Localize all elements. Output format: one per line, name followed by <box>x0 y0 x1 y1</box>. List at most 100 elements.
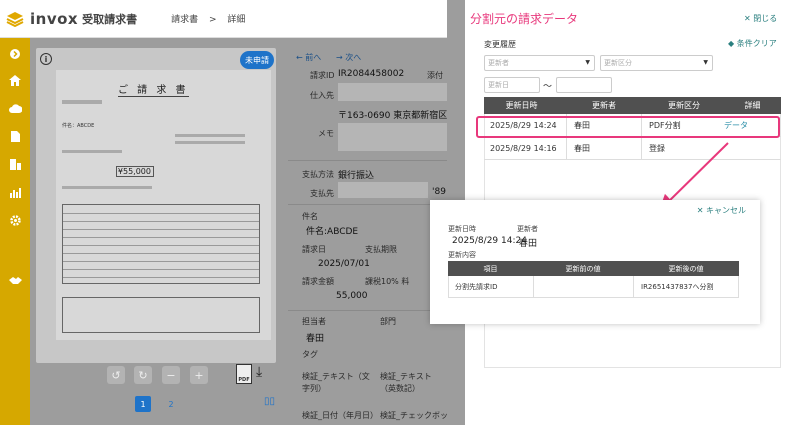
info-icon[interactable]: i <box>40 53 52 65</box>
breadcrumb-detail: 詳細 <box>227 15 246 25</box>
rotate-right-icon[interactable]: ↻ <box>134 366 152 384</box>
column-header-updater: 更新者 <box>592 101 616 110</box>
zoom-out-icon[interactable]: − <box>162 366 180 384</box>
popup-datetime-label: 更新日時 <box>448 225 476 233</box>
table-header: 更新日時 更新者 更新区分 詳細 <box>484 97 781 114</box>
date-from-input[interactable]: 更新日 <box>484 77 540 93</box>
blurred-text <box>175 134 245 137</box>
table-rule <box>63 269 259 270</box>
date-from-placeholder: 更新日 <box>488 81 509 89</box>
zoom-in-icon[interactable]: + <box>190 366 208 384</box>
logo-text: invox <box>30 9 79 28</box>
gear-icon[interactable] <box>0 210 30 230</box>
custom-field-1-label: 検証_テキスト（文字列） <box>302 372 370 393</box>
invoice-id-value: IR2084458002 <box>338 69 405 79</box>
split-view-icon[interactable]: ▯▯ <box>264 396 275 407</box>
building-icon[interactable] <box>0 154 30 174</box>
address-value: 〒163-0690 東京都新宿区西 <box>338 111 457 121</box>
invoice-image-table <box>62 204 260 284</box>
popup-datetime-value: 2025/8/29 14:24 <box>452 236 527 246</box>
row-category: 登録 <box>649 143 665 153</box>
page-1-button[interactable]: 1 <box>135 396 151 412</box>
chevron-down-icon: ▼ <box>703 59 708 66</box>
pdf-icon[interactable]: PDF <box>236 364 252 384</box>
collapse-arrow-icon[interactable] <box>0 44 30 64</box>
tag-label: タグ <box>302 350 318 359</box>
breadcrumb: 請求書 > 詳細 <box>171 12 253 25</box>
divider <box>288 310 447 311</box>
close-button[interactable]: ✕ 閉じる <box>744 13 777 24</box>
table-row[interactable]: 2025/8/29 14:16 春田 登録 <box>484 137 781 160</box>
table-rule <box>63 261 259 262</box>
cell-divider <box>633 276 634 297</box>
divider <box>288 160 447 161</box>
upload-cloud-icon[interactable] <box>0 98 30 118</box>
next-link[interactable]: → 次へ <box>336 52 361 63</box>
handshake-icon[interactable] <box>0 270 30 290</box>
column-header-category: 更新区分 <box>668 101 700 110</box>
custom-field-3-label: 検証_日付（年月日） <box>302 411 378 420</box>
popup-row-item: 分割先請求ID <box>455 282 498 291</box>
prev-link[interactable]: ← 前へ <box>296 52 321 63</box>
category-filter-placeholder: 更新区分 <box>604 59 632 67</box>
document-icon[interactable] <box>0 126 30 146</box>
table-rule <box>63 277 259 278</box>
popup-content-label: 更新内容 <box>448 251 476 259</box>
tax-label: 課税10% 料 <box>365 277 410 286</box>
blurred-text <box>62 150 122 153</box>
cell-divider <box>641 137 642 159</box>
highlight-box <box>476 116 780 138</box>
chart-icon[interactable] <box>0 182 30 202</box>
table-rule <box>63 237 259 238</box>
popup-table-row: 分割先請求ID IR2651437837へ分割 <box>448 276 739 298</box>
tag-icon: ◆ <box>728 39 735 48</box>
cell-divider <box>533 276 534 297</box>
download-icon[interactable]: ⤓ <box>256 364 262 380</box>
date-range-separator: 〜 <box>543 82 553 92</box>
table-rule <box>63 213 259 214</box>
detail-popup: ✕ キャンセル 更新日時 2025/8/29 14:24 更新者 春田 更新内容… <box>430 200 760 324</box>
page-2-button[interactable]: 2 <box>163 396 179 412</box>
invoice-image-title: ご 請 求 書 <box>118 81 189 97</box>
clear-filters-button[interactable]: ◆ 条件クリア <box>728 38 777 49</box>
dept-label: 部門 <box>380 317 396 326</box>
popup-cancel-button[interactable]: ✕ キャンセル <box>697 205 746 216</box>
updater-filter-placeholder: 更新者 <box>488 59 509 67</box>
table-rule <box>63 253 259 254</box>
payment-method-value: 銀行振込 <box>338 171 375 181</box>
logo-subtitle: 受取請求書 <box>82 12 138 26</box>
payment-method-label: 支払方法 <box>302 170 334 179</box>
logo-icon <box>0 11 30 27</box>
column-header-datetime: 更新日時 <box>505 101 538 110</box>
divider <box>288 204 447 205</box>
popup-column-before: 更新前の値 <box>565 264 601 273</box>
owner-value: 春田 <box>306 334 325 344</box>
column-header-detail: 詳細 <box>744 101 761 110</box>
invoice-date-value: 2025/07/01 <box>318 259 370 269</box>
table-rule <box>63 221 259 222</box>
payee-field[interactable] <box>338 182 428 198</box>
memo-label: メモ <box>318 129 334 138</box>
due-label: 支払期限 <box>365 245 397 254</box>
supplier-label: 仕入先 <box>310 91 334 100</box>
blurred-text <box>62 186 152 189</box>
invoice-image-notes <box>62 297 260 333</box>
category-filter-select[interactable]: 更新区分 ▼ <box>600 55 713 71</box>
updater-filter-select[interactable]: 更新者 ▼ <box>484 55 595 71</box>
custom-field-4-label: 検証_チェックボッ <box>380 411 448 420</box>
memo-field[interactable] <box>338 123 447 151</box>
supplier-field[interactable] <box>338 83 447 101</box>
subject-label: 件名 <box>302 212 318 221</box>
history-section-title: 変更履歴 <box>484 40 516 49</box>
sidebar <box>0 38 30 425</box>
invoice-image-subject: 件名：ABCDE <box>62 123 95 129</box>
date-to-input[interactable] <box>556 77 612 93</box>
clear-filters-label: 条件クリア <box>736 39 777 48</box>
home-icon[interactable] <box>0 70 30 90</box>
table-rule <box>63 229 259 230</box>
breadcrumb-sep: > <box>208 15 217 25</box>
breadcrumb-invoices[interactable]: 請求書 <box>171 15 198 25</box>
table-rule <box>63 245 259 246</box>
invoice-image-amount: ¥55,000 <box>116 166 154 177</box>
rotate-left-icon[interactable]: ↺ <box>107 366 125 384</box>
